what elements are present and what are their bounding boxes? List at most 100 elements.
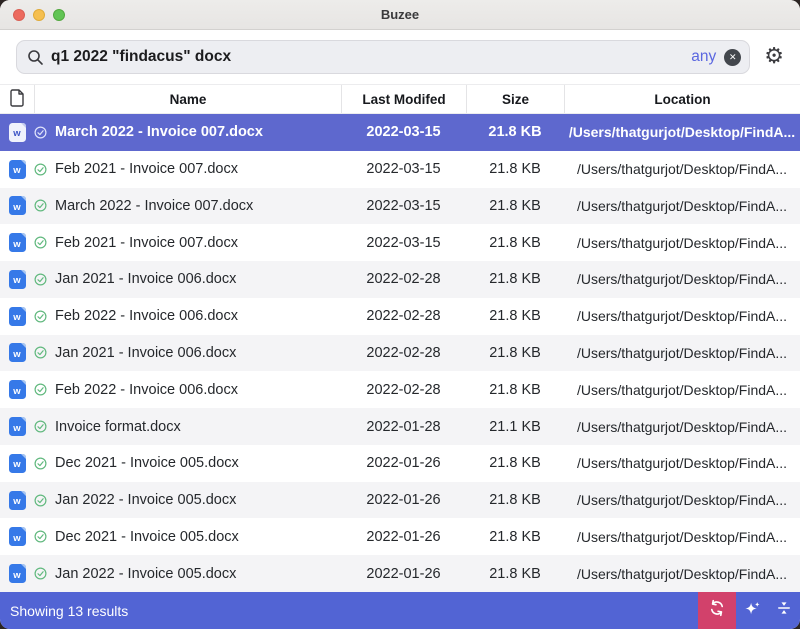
file-type-cell: w (0, 491, 34, 510)
document-icon (10, 89, 25, 110)
check-circle-icon (34, 346, 47, 359)
table-row[interactable]: w March 2022 - Invoice 007.docx 2022-03-… (0, 114, 800, 151)
file-name-cell: Feb 2021 - Invoice 007.docx (34, 161, 341, 177)
table-row[interactable]: w Feb 2022 - Invoice 006.docx 2022-02-28… (0, 298, 800, 335)
file-name: Invoice format.docx (55, 419, 181, 435)
file-location: /Users/thatgurjot/Desktop/FindA... (564, 492, 800, 508)
word-file-icon: w (9, 270, 26, 289)
search-field[interactable]: any ✕ (16, 40, 750, 74)
check-circle-icon (34, 494, 47, 507)
word-file-icon: w (9, 454, 26, 473)
file-name: Jan 2021 - Invoice 006.docx (55, 345, 236, 361)
file-name: March 2022 - Invoice 007.docx (55, 124, 263, 140)
table-row[interactable]: w Feb 2022 - Invoice 006.docx 2022-02-28… (0, 371, 800, 408)
table-row[interactable]: w Feb 2021 - Invoice 007.docx 2022-03-15… (0, 224, 800, 261)
table-row[interactable]: w Dec 2021 - Invoice 005.docx 2022-01-26… (0, 518, 800, 555)
sync-icon (708, 599, 726, 622)
table-row[interactable]: w Dec 2021 - Invoice 005.docx 2022-01-26… (0, 445, 800, 482)
word-file-icon: w (9, 564, 26, 583)
search-scope-filter[interactable]: any (691, 48, 716, 66)
status-buttons (698, 592, 800, 629)
file-name: March 2022 - Invoice 007.docx (55, 198, 253, 214)
clear-search-icon[interactable]: ✕ (724, 49, 741, 66)
file-size: 21.8 KB (466, 345, 564, 361)
file-type-cell: w (0, 270, 34, 289)
file-type-cell: w (0, 307, 34, 326)
file-type-cell: w (0, 454, 34, 473)
file-name-cell: Jan 2021 - Invoice 006.docx (34, 345, 341, 361)
file-name: Feb 2021 - Invoice 007.docx (55, 161, 238, 177)
file-modified-date: 2022-02-28 (341, 271, 466, 287)
collapse-rows-button[interactable] (768, 592, 800, 629)
file-name-cell: Jan 2021 - Invoice 006.docx (34, 271, 341, 287)
file-location: /Users/thatgurjot/Desktop/FindA... (564, 271, 800, 287)
search-icon (27, 49, 44, 66)
table-row[interactable]: w March 2022 - Invoice 007.docx 2022-03-… (0, 188, 800, 225)
word-file-icon: w (9, 307, 26, 326)
file-modified-date: 2022-01-26 (341, 455, 466, 471)
file-type-cell: w (0, 343, 34, 362)
column-header-name[interactable]: Name (34, 85, 341, 113)
check-circle-icon (34, 199, 47, 212)
word-file-icon: w (9, 343, 26, 362)
file-modified-date: 2022-01-26 (341, 529, 466, 545)
title-bar: Buzee (0, 0, 800, 30)
table-row[interactable]: w Jan 2021 - Invoice 006.docx 2022-02-28… (0, 335, 800, 372)
zoom-button[interactable] (53, 9, 65, 21)
file-type-cell: w (0, 160, 34, 179)
ai-assist-button[interactable] (736, 592, 768, 629)
file-size: 21.8 KB (466, 124, 564, 140)
check-circle-icon (34, 383, 47, 396)
search-bar: any ✕ ⚙ (0, 30, 800, 84)
column-header-size[interactable]: Size (466, 85, 564, 113)
file-size: 21.8 KB (466, 198, 564, 214)
file-type-cell: w (0, 233, 34, 252)
file-location: /Users/thatgurjot/Desktop/FindA... (564, 161, 800, 177)
file-name: Jan 2022 - Invoice 005.docx (55, 566, 236, 582)
file-location: /Users/thatgurjot/Desktop/FindA... (564, 345, 800, 361)
table-row[interactable]: w Feb 2021 - Invoice 007.docx 2022-03-15… (0, 151, 800, 188)
table-row[interactable]: w Jan 2022 - Invoice 005.docx 2022-01-26… (0, 555, 800, 592)
file-modified-date: 2022-01-26 (341, 492, 466, 508)
column-header-location[interactable]: Location (564, 85, 800, 113)
file-type-cell: w (0, 417, 34, 436)
table-row[interactable]: w Jan 2022 - Invoice 005.docx 2022-01-26… (0, 482, 800, 519)
word-file-icon: w (9, 123, 26, 142)
check-circle-icon (34, 273, 47, 286)
column-header-modified[interactable]: Last Modifed (341, 85, 466, 113)
file-size: 21.1 KB (466, 419, 564, 435)
file-name: Feb 2022 - Invoice 006.docx (55, 308, 238, 324)
gear-icon[interactable]: ⚙ (764, 46, 784, 68)
file-size: 21.8 KB (466, 308, 564, 324)
check-circle-icon (34, 420, 47, 433)
file-modified-date: 2022-02-28 (341, 308, 466, 324)
file-location: /Users/thatgurjot/Desktop/FindA... (564, 235, 800, 251)
file-name-cell: March 2022 - Invoice 007.docx (34, 124, 341, 140)
file-modified-date: 2022-03-15 (341, 235, 466, 251)
close-button[interactable] (13, 9, 25, 21)
file-size: 21.8 KB (466, 235, 564, 251)
window-title: Buzee (0, 7, 800, 22)
file-modified-date: 2022-02-28 (341, 345, 466, 361)
search-input[interactable] (51, 48, 691, 66)
file-size: 21.8 KB (466, 455, 564, 471)
sync-button[interactable] (698, 592, 736, 629)
file-size: 21.8 KB (466, 566, 564, 582)
file-name-cell: Jan 2022 - Invoice 005.docx (34, 566, 341, 582)
file-name: Dec 2021 - Invoice 005.docx (55, 529, 239, 545)
file-location: /Users/thatgurjot/Desktop/FindA... (564, 382, 800, 398)
file-name: Dec 2021 - Invoice 005.docx (55, 455, 239, 471)
file-size: 21.8 KB (466, 382, 564, 398)
file-name: Jan 2022 - Invoice 005.docx (55, 492, 236, 508)
file-name-cell: Jan 2022 - Invoice 005.docx (34, 492, 341, 508)
table-row[interactable]: w Invoice format.docx 2022-01-28 21.1 KB… (0, 408, 800, 445)
check-circle-icon (34, 236, 47, 249)
check-circle-icon (34, 163, 47, 176)
file-modified-date: 2022-01-28 (341, 419, 466, 435)
check-circle-icon (34, 530, 47, 543)
minimize-button[interactable] (33, 9, 45, 21)
file-type-cell: w (0, 380, 34, 399)
table-row[interactable]: w Jan 2021 - Invoice 006.docx 2022-02-28… (0, 261, 800, 298)
file-type-column-header[interactable] (0, 85, 34, 113)
file-name-cell: Dec 2021 - Invoice 005.docx (34, 529, 341, 545)
